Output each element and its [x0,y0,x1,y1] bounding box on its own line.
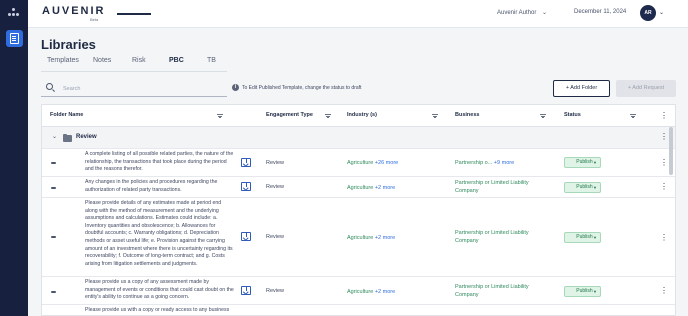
folder-row-review[interactable]: ⌄ Review ⋮ [42,127,675,149]
column-header-folder-name: Folder Name [50,112,84,118]
business-more-link[interactable]: +9 more [494,160,514,166]
caret-down-icon: ▼ [593,289,597,294]
search-icon [46,83,53,90]
business: Partnership o... +9 more [455,160,515,166]
folder-icon [63,133,72,142]
engagement-type: Review [266,234,285,240]
chevron-down-icon[interactable]: ⌄ [659,9,664,16]
column-header-engagement-type: Engagement Type [266,112,313,118]
table-row[interactable]: Please provide details of any estimates … [42,198,675,277]
column-menu-icon[interactable]: ⋮ [660,111,668,120]
caret-down-icon: ▼ [593,160,597,165]
drag-handle-icon[interactable] [51,187,56,189]
pbc-table: Folder Name Engagement Type Industry (s)… [41,104,676,316]
more-options-icon[interactable]: ⋮ [660,158,668,167]
active-tab-indicator [117,13,151,15]
engagement-type: Review [266,184,285,190]
industry: Agriculture +2 more [347,289,396,295]
drag-handle-icon[interactable] [51,162,56,164]
drag-handle-icon[interactable] [51,291,56,293]
status-dropdown[interactable]: Publish ▼ [564,232,601,243]
info-icon: i [232,84,239,91]
request-description: Any changes in the policies and procedur… [85,179,218,193]
table-row[interactable]: Please provide us a copy of any assessme… [42,277,675,305]
info-text: To Edit Published Template, change the s… [242,84,362,91]
tab-templates[interactable]: Templates [47,57,79,64]
chevron-down-icon[interactable]: ⌄ [52,133,57,140]
user-menu[interactable]: Auvenir Author ⌄ [497,9,547,16]
tab-notes[interactable]: Notes [93,57,111,64]
request-description: Please provide us a copy of any assessme… [85,279,234,301]
add-folder-button[interactable]: + Add Folder [553,80,610,97]
folder-name: Review [76,134,97,140]
search-box [41,80,227,97]
table-row[interactable]: A complete listing of all possible relat… [42,149,675,177]
column-header-status: Status [564,112,581,118]
table-header: Folder Name Engagement Type Industry (s)… [42,105,675,127]
caret-down-icon: ▼ [593,185,597,190]
tab-risk[interactable]: Risk [132,57,146,64]
user-name: Auvenir Author [497,10,537,16]
filter-icon[interactable] [540,114,546,118]
filter-icon[interactable] [217,114,223,118]
search-input[interactable] [63,84,213,93]
logo-beta-label: Beta [90,17,99,22]
drag-handle-icon[interactable] [51,236,56,238]
industry-more-link[interactable]: +2 more [375,185,395,191]
status-dropdown[interactable]: Publish ▼ [564,157,601,168]
request-description: Please provide details of any estimates … [85,200,233,267]
add-request-button[interactable]: + Add Request [616,80,676,97]
table-row[interactable]: Any changes in the policies and procedur… [42,177,675,198]
left-rail [0,0,28,316]
download-icon[interactable] [241,232,251,241]
business: Partnership or Limited Liability Company [455,230,529,244]
request-description: A complete listing of all possible relat… [85,151,234,173]
download-icon[interactable] [241,158,251,167]
caret-down-icon: ▼ [593,235,597,240]
table-scrollbar[interactable] [669,127,673,175]
business: Partnership or Limited Liability Company [455,284,529,298]
table-row[interactable]: Please provide us with a copy or ready a… [42,305,675,315]
current-date: December 11, 2024 [574,9,627,15]
app-grid-icon[interactable] [8,8,20,18]
tab-tb[interactable]: TB [207,57,216,64]
more-options-icon[interactable]: ⋮ [660,182,668,191]
column-header-business: Business [455,112,480,118]
filter-icon[interactable] [630,114,636,118]
industry-more-link[interactable]: +26 more [375,160,398,166]
chevron-down-icon: ⌄ [542,10,548,16]
industry: Agriculture +2 more [347,185,396,191]
more-options-icon[interactable]: ⋮ [660,233,668,242]
more-options-icon[interactable]: ⋮ [660,286,668,295]
request-description: Please provide us with a copy or ready a… [85,307,230,313]
download-icon[interactable] [241,182,251,191]
download-icon[interactable] [241,286,251,295]
page-title: Libraries [41,37,96,52]
industry-more-link[interactable]: +2 more [375,235,395,241]
status-dropdown[interactable]: Publish ▼ [564,286,601,297]
info-message: i To Edit Published Template, change the … [232,84,361,91]
app-logo: AUVENIR [42,5,106,17]
industry-more-link[interactable]: +2 more [375,289,395,295]
avatar[interactable]: AR [640,5,656,21]
libraries-nav-icon[interactable] [6,30,23,47]
business: Partnership or Limited Liability Company [455,180,529,194]
status-dropdown[interactable]: Publish ▼ [564,182,601,193]
tab-pbc[interactable]: PBC [169,57,184,64]
engagement-type: Review [266,288,285,294]
tabs-divider [41,71,227,72]
more-options-icon[interactable]: ⋮ [660,132,668,141]
industry: Agriculture +2 more [347,235,396,241]
filter-icon[interactable] [432,114,438,118]
industry: Agriculture +26 more [347,160,399,166]
filter-icon[interactable] [325,114,331,118]
engagement-type: Review [266,160,285,166]
column-header-industry: Industry (s) [347,112,377,118]
